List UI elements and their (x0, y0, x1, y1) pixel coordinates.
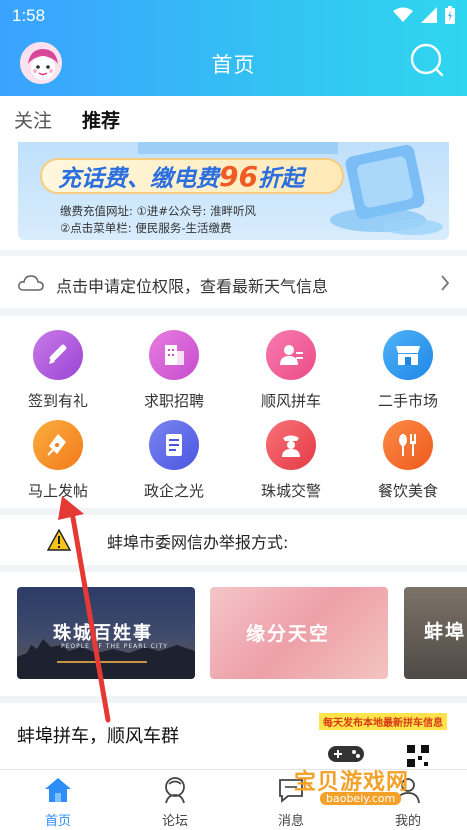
banner-line-1: 缴费充值网址: ①进#公众号: 淮畔听风 (60, 204, 257, 218)
tab-follow[interactable]: 关注 (14, 106, 52, 133)
weather-row[interactable]: 点击申请定位权限，查看最新天气信息 (0, 256, 467, 308)
grid-item-label: 马上发帖 (27, 482, 88, 500)
nav-label: 首页 (44, 814, 71, 829)
home-icon (45, 778, 71, 802)
forum-icon (165, 777, 185, 804)
status-time: 1:58 (12, 6, 46, 25)
status-icons (393, 6, 455, 24)
header: 1:58 首页 (0, 0, 467, 96)
grid-item-gov[interactable]: 政企之光 (116, 420, 232, 501)
banner-headline: 充话费、缴电费96折起 (58, 159, 304, 193)
fork-spoon-icon (383, 420, 433, 470)
grid-item-label: 签到有礼 (27, 392, 88, 410)
promo-banner[interactable]: 充话费、缴电费96折起 缴费充值网址: ①进#公众号: 淮畔听风 ②点击菜单栏:… (18, 142, 449, 240)
group-title: 蚌埠拼车，顺风车群 (17, 726, 179, 747)
weather-text: 点击申请定位权限，查看最新天气信息 (56, 277, 329, 296)
card-subtitle: PEOPLE OF THE PEARL CITY (61, 643, 168, 650)
nav-home[interactable]: 首页 (23, 776, 93, 829)
card-title: 珠城百姓事 (53, 623, 153, 644)
banner-headline-number: 96 (219, 160, 258, 193)
app-screen: 1:58 首页 关注 推荐 充话费、缴电费96折起 缴费充值网址: ①进#公众号… (0, 0, 467, 830)
qr-code-icon (406, 744, 430, 768)
grid-item-label: 二手市场 (377, 392, 438, 410)
document-icon (149, 420, 199, 470)
feed-tabs: 关注 推荐 (0, 96, 467, 142)
banner-headline-prefix: 充话费、缴电费 (58, 166, 219, 192)
nav-label: 消息 (277, 814, 304, 829)
banner-headline-suffix: 折起 (257, 166, 304, 192)
topic-card[interactable]: 缘分天空 (210, 587, 388, 679)
site-watermark: 宝贝游戏网 baobeiy.com (294, 742, 444, 805)
banner-section: 充话费、缴电费96折起 缴费充值网址: ①进#公众号: 淮畔听风 ②点击菜单栏:… (0, 142, 467, 250)
card-title: 蚌埠 (424, 621, 467, 643)
grid-item-label: 餐饮美食 (377, 482, 438, 500)
page-title: 首页 (211, 53, 256, 77)
gamepad-icon (328, 746, 364, 762)
grid-item-label: 珠城交警 (260, 482, 321, 500)
building-icon (149, 330, 199, 380)
cloud-icon (18, 275, 44, 291)
grid-item-jobs[interactable]: 求职招聘 (116, 330, 232, 411)
pencil-icon (33, 330, 83, 380)
topic-card[interactable]: 蚌埠 (404, 587, 467, 679)
card-title: 缘分天空 (246, 623, 331, 645)
pen-nib-icon (33, 420, 83, 470)
notice-text: 蚌埠市委网信办举报方式: (107, 533, 289, 552)
topic-card[interactable]: 珠城百姓事 PEOPLE OF THE PEARL CITY (17, 587, 195, 679)
chevron-right-icon (441, 275, 450, 291)
signal-icon (421, 7, 437, 23)
warning-icon (47, 529, 71, 551)
grid-item-traffic-police[interactable]: 珠城交警 (233, 420, 349, 501)
grid-item-secondhand[interactable]: 二手市场 (350, 330, 466, 411)
feature-grid: 签到有礼 求职招聘 顺风拼车 二手市场 马上发帖 政企之光 珠城交警 餐饮美食 (0, 316, 467, 508)
person-card-icon (266, 330, 316, 380)
nav-label: 论坛 (161, 814, 188, 829)
nav-label: 我的 (394, 814, 421, 829)
grid-item-post[interactable]: 马上发帖 (0, 420, 116, 501)
wifi-icon (393, 7, 413, 22)
grid-item-label: 顺风拼车 (260, 392, 321, 410)
grid-item-label: 求职招聘 (143, 392, 204, 410)
grid-item-carpool[interactable]: 顺风拼车 (233, 330, 349, 411)
nav-forum[interactable]: 论坛 (140, 776, 210, 829)
search-icon (410, 43, 444, 77)
banner-line-2: ②点击菜单栏: 便民服务-生活缴费 (60, 221, 232, 235)
group-badge: 每天发布本地最新拼车信息 (319, 713, 447, 730)
grid-item-label: 政企之光 (143, 482, 204, 500)
police-icon (266, 420, 316, 470)
topic-cards: 珠城百姓事 PEOPLE OF THE PEARL CITY 缘分天空 蚌埠 (0, 572, 467, 696)
store-icon (383, 330, 433, 380)
status-bar: 1:58 (0, 0, 467, 32)
battery-charging-icon (445, 6, 455, 24)
watermark-url: baobeiy.com (320, 792, 402, 805)
grid-item-checkin[interactable]: 签到有礼 (0, 330, 116, 411)
search-button[interactable] (409, 42, 445, 78)
notice-row[interactable]: 蚌埠市委网信办举报方式: (0, 515, 467, 565)
grid-item-food[interactable]: 餐饮美食 (350, 420, 466, 501)
tab-recommend[interactable]: 推荐 (82, 106, 120, 133)
